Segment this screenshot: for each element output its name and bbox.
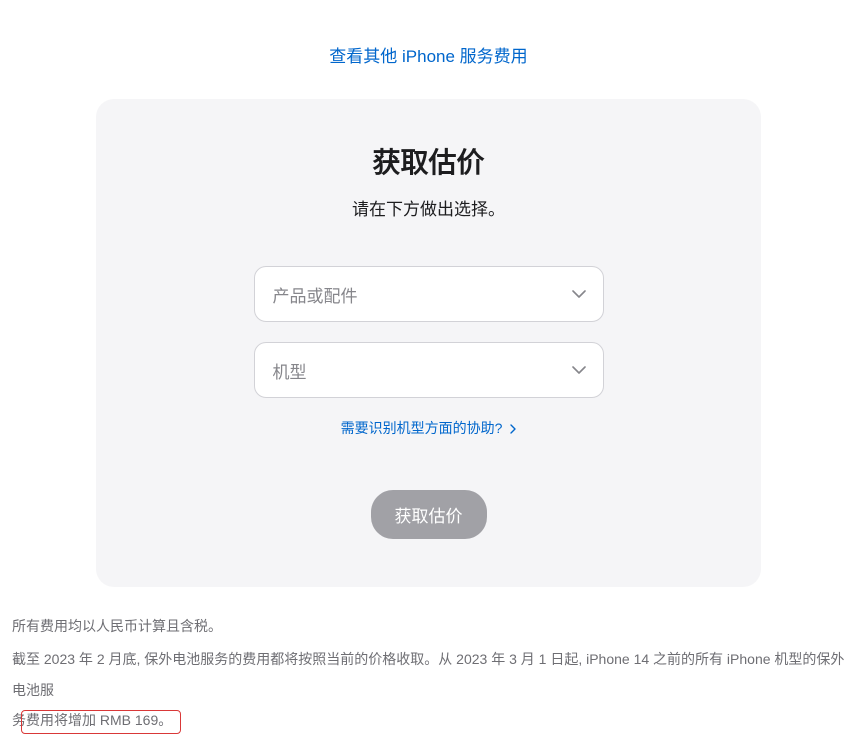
chevron-right-icon [510,421,516,437]
model-select-placeholder: 机型 [273,358,307,383]
help-link-text: 需要识别机型方面的协助? [341,420,503,436]
product-select-wrap: 产品或配件 [254,266,604,322]
footer-line-2: 截至 2023 年 2 月底, 保外电池服务的费用都将按照当前的价格收取。从 2… [12,644,845,736]
top-link-wrap: 查看其他 iPhone 服务费用 [0,0,857,99]
product-select[interactable]: 产品或配件 [254,266,604,322]
card-subtitle: 请在下方做出选择。 [146,195,711,220]
card-title: 获取估价 [146,141,711,181]
footer-text: 所有费用均以人民币计算且含税。 截至 2023 年 2 月底, 保外电池服务的费… [0,587,857,736]
view-other-fees-link[interactable]: 查看其他 iPhone 服务费用 [329,47,527,66]
product-select-placeholder: 产品或配件 [273,282,358,307]
price-increase-highlight: 费用将增加 RMB 169。 [26,712,172,728]
help-link-wrap: 需要识别机型方面的协助? [146,418,711,438]
get-estimate-button[interactable]: 获取估价 [371,490,487,539]
model-select[interactable]: 机型 [254,342,604,398]
footer-line-1: 所有费用均以人民币计算且含税。 [12,611,845,642]
estimate-card: 获取估价 请在下方做出选择。 产品或配件 机型 需要识别机型方面的协助? [96,99,761,587]
identify-model-help-link[interactable]: 需要识别机型方面的协助? [341,420,517,436]
model-select-wrap: 机型 [254,342,604,398]
